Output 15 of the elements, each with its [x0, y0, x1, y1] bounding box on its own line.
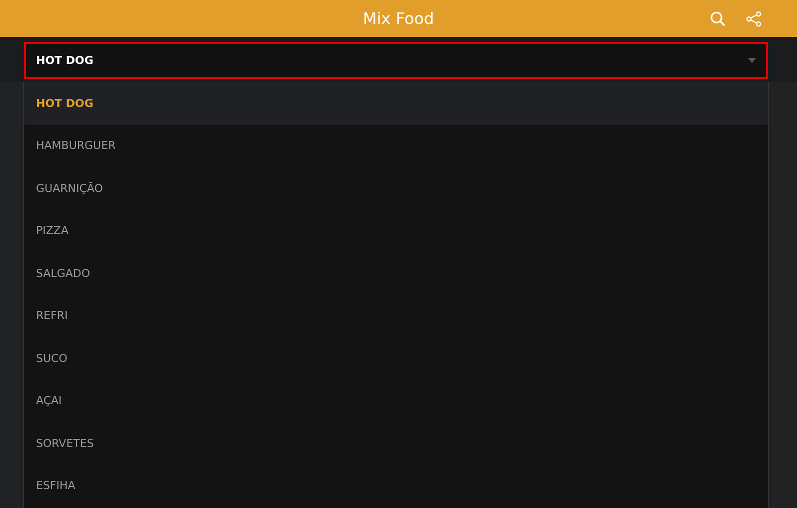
menu-option[interactable]: SALGADO [24, 252, 768, 294]
menu-option[interactable]: HAMBURGUER [24, 124, 768, 167]
menu-option[interactable]: GUARNIÇÃO [24, 167, 768, 210]
caret-icon [748, 58, 756, 63]
menu-option[interactable]: HOT DOG [24, 82, 768, 124]
app-title: Mix Food [362, 9, 434, 28]
menu-option[interactable]: REFRI [24, 294, 768, 337]
menu-option[interactable]: ESFIHA [24, 464, 768, 507]
menu-option[interactable]: AÇAI [24, 380, 768, 422]
menu-option[interactable]: PIZZA [24, 210, 768, 252]
share-icon[interactable] [745, 10, 763, 28]
category-select[interactable]: HOT DOG [24, 42, 768, 79]
search-icon[interactable] [709, 10, 727, 28]
menu-option[interactable]: SUCO [24, 337, 768, 380]
menu-option[interactable]: SORVETES [24, 422, 768, 464]
